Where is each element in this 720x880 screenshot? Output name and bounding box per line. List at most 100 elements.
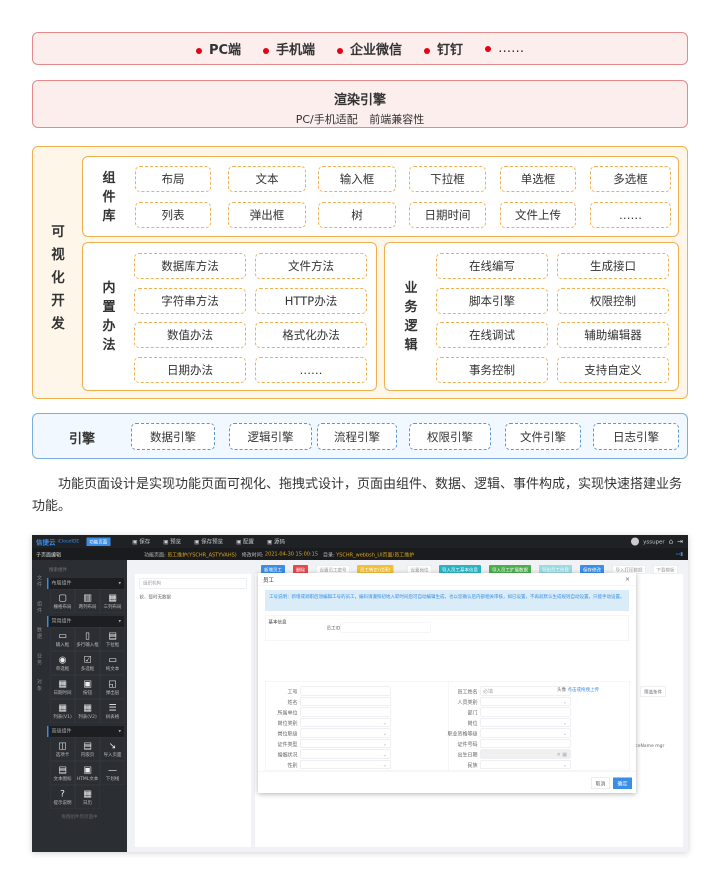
component-tile[interactable]: ◉ 单选框 bbox=[50, 651, 75, 675]
method-chip: 日期办法 bbox=[134, 356, 246, 383]
field-label: 岗位 bbox=[467, 720, 478, 727]
component-tile[interactable]: ▯ 多行输入框 bbox=[75, 627, 100, 651]
component-search[interactable]: 搜索组件 bbox=[47, 565, 124, 575]
field-label: 民族 bbox=[467, 762, 478, 769]
user-name[interactable]: yssuper bbox=[643, 538, 665, 545]
component-group-header[interactable]: 高级组件 ▾ bbox=[47, 726, 124, 737]
sidebar-tab[interactable]: 数据 bbox=[37, 627, 43, 640]
field-input[interactable] bbox=[300, 707, 391, 717]
avatar-upload[interactable]: 头像 点击或拖拽上传 bbox=[557, 686, 599, 693]
component-tile-label: 输入框 bbox=[55, 642, 70, 648]
device-icon[interactable]: ▭▮ bbox=[676, 551, 683, 557]
field-label: 婚姻状况 bbox=[277, 752, 298, 758]
visual-dev-box: 可视化开发 组件库 布局 文本 输入框 下拉框 单选框 多选框 列表 弹出框树日期时间 文件上传… bbox=[32, 146, 688, 399]
component-tile[interactable]: — 下划线 bbox=[100, 761, 125, 785]
field-select[interactable]: ⌄ bbox=[480, 728, 571, 738]
component-tile-label: 列表(V1) bbox=[53, 714, 72, 720]
logic-chip: 事务控制 bbox=[436, 356, 548, 383]
toolbar-button[interactable]: 下载模板 bbox=[653, 565, 679, 574]
time-label: 修改时间: bbox=[241, 552, 264, 558]
menu-item[interactable]: ▣ 配置 bbox=[236, 538, 254, 546]
component-tile[interactable]: ▦ 三列布局 bbox=[100, 589, 125, 613]
field-select[interactable]: ⌄ bbox=[480, 718, 571, 727]
field-input[interactable] bbox=[480, 707, 571, 717]
field-input[interactable] bbox=[300, 697, 391, 706]
component-tile[interactable]: ▤ 内嵌页 bbox=[75, 737, 100, 761]
component-tile[interactable]: ◫ 选项卡 bbox=[50, 737, 75, 761]
field-select[interactable]: ⌄ bbox=[480, 697, 571, 706]
component-tile[interactable]: ◱ 弹出层 bbox=[100, 675, 125, 699]
component-tile[interactable]: ▦ 列表(V2) bbox=[75, 699, 100, 723]
close-icon[interactable]: × bbox=[625, 576, 630, 583]
field-label: 出生日期 bbox=[457, 752, 478, 758]
sidebar-tab[interactable]: 业务 bbox=[37, 653, 43, 666]
employee-id-input[interactable] bbox=[340, 622, 431, 633]
component-tile-label: 列表(V2) bbox=[78, 714, 97, 720]
component-icon: ▯ bbox=[85, 630, 90, 641]
component-icon: ? bbox=[60, 788, 65, 799]
sidebar-tab[interactable]: 对象 bbox=[37, 679, 43, 692]
component-icon: ▣ bbox=[83, 678, 92, 689]
component-tile[interactable]: ? 提示说明 bbox=[50, 785, 75, 809]
logout-icon[interactable]: ⇥ bbox=[677, 538, 683, 546]
component-icon: ☰ bbox=[108, 702, 117, 713]
field-select[interactable]: ⌄ bbox=[480, 760, 571, 769]
component-tile[interactable]: ▦ 列表(V1) bbox=[50, 699, 75, 723]
component-group-header[interactable]: 常用组件 ▾ bbox=[47, 616, 124, 627]
component-tile[interactable]: ☑ 多选框 bbox=[75, 651, 100, 675]
field-select[interactable]: ⌄ bbox=[300, 728, 391, 738]
field-label: 职业资格等级 bbox=[447, 731, 478, 737]
confirm-button[interactable]: 确定 bbox=[613, 777, 632, 789]
menu-item[interactable]: ▣ 源码 bbox=[267, 538, 285, 546]
component-group-header[interactable]: 布局组件 ▾ bbox=[47, 578, 124, 589]
menu-item[interactable]: ▣ 保存预览 bbox=[194, 538, 223, 546]
tree-node[interactable]: 钦、暂时无数据 bbox=[140, 594, 252, 600]
component-tile-label: 按钮 bbox=[82, 690, 92, 696]
field-input[interactable] bbox=[300, 686, 391, 696]
component-tile[interactable]: ▦ 日期时间 bbox=[50, 675, 75, 699]
field-label: 证件类型 bbox=[277, 741, 298, 748]
form-field: 岗位 ⌄ bbox=[431, 718, 571, 727]
component-tile[interactable]: ▥ 两列布局 bbox=[75, 589, 100, 613]
sidebar-tab[interactable]: 文件 bbox=[37, 575, 43, 588]
component-tile[interactable]: ▤ 文本图标 bbox=[50, 761, 75, 785]
component-tile[interactable]: ☰ 树表格 bbox=[100, 699, 125, 723]
component-tile-label: 栅格布局 bbox=[53, 604, 72, 610]
component-tile[interactable]: ↘ 导入页面 bbox=[100, 737, 125, 761]
field-select[interactable]: ⌄ bbox=[300, 718, 391, 727]
component-icon: ▤ bbox=[83, 740, 92, 751]
dir-value: YSCHR_webbsh_UI页面/员工维护 bbox=[336, 552, 415, 558]
field-select[interactable]: ⌄ bbox=[300, 739, 391, 748]
menu-item[interactable]: ▣ 预览 bbox=[163, 538, 181, 546]
component-tile[interactable]: ▤ 下拉框 bbox=[100, 627, 125, 651]
component-tile[interactable]: ▭ 纯文本 bbox=[100, 651, 125, 675]
field-select[interactable]: ⌄ bbox=[300, 760, 391, 769]
component-icon: ▦ bbox=[58, 678, 67, 689]
component-tile[interactable]: ▣ HTML文本 bbox=[75, 761, 100, 785]
filter-button[interactable]: 筛选条件 bbox=[640, 686, 666, 697]
tab-basic-info[interactable]: 基本信息 bbox=[269, 619, 287, 625]
component-tile[interactable]: ▢ 栅格布局 bbox=[50, 589, 75, 613]
bullet-icon bbox=[485, 45, 492, 52]
field-input[interactable]: ✕ ▦ bbox=[480, 749, 571, 759]
sidebar-tab[interactable]: 组件 bbox=[37, 601, 43, 614]
component-tile[interactable]: ▦ 日历 bbox=[75, 785, 100, 809]
home-icon[interactable]: ⌂ bbox=[669, 538, 673, 546]
logic-chip: 在线调试 bbox=[436, 322, 548, 348]
field-label: 人员类别 bbox=[457, 699, 478, 706]
field-select[interactable]: ⌄ bbox=[300, 749, 391, 759]
component-tile[interactable]: ▣ 按钮 bbox=[75, 675, 100, 699]
page-selector[interactable]: 子页面编辑 bbox=[36, 550, 121, 558]
component-tile-label: 内嵌页 bbox=[80, 752, 95, 758]
method-chip: HTTP办法 bbox=[255, 287, 367, 314]
menu-item[interactable]: ▣ 保存 bbox=[132, 538, 150, 546]
component-tile-label: 弹出层 bbox=[105, 690, 120, 696]
field-input[interactable] bbox=[480, 739, 571, 748]
user-avatar[interactable] bbox=[631, 537, 640, 546]
component-chip: 布局 bbox=[135, 166, 211, 192]
dir-label: 目录: bbox=[323, 552, 335, 558]
form-field: 职业资格等级 ⌄ bbox=[431, 728, 571, 738]
tree-search[interactable]: 组织机构 bbox=[139, 578, 247, 589]
component-tile[interactable]: ▭ 输入框 bbox=[50, 627, 75, 651]
cancel-button[interactable]: 取消 bbox=[591, 777, 610, 789]
